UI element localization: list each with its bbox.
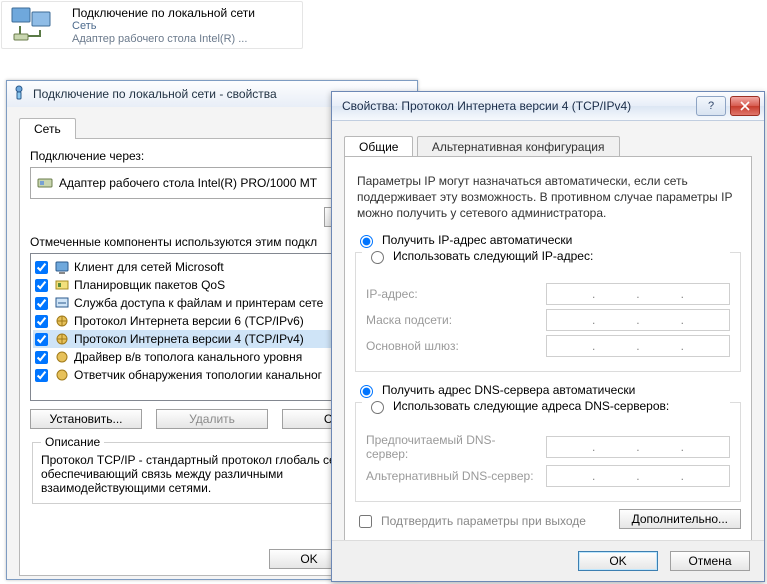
install-button[interactable]: Установить...: [30, 409, 142, 429]
check-icon[interactable]: [35, 279, 48, 292]
tab-network[interactable]: Сеть: [19, 118, 76, 139]
radio-ip-manual[interactable]: [371, 251, 384, 264]
gateway-label: Основной шлюз:: [366, 339, 536, 353]
check-icon[interactable]: [35, 297, 48, 310]
confirm-on-exit-checkbox[interactable]: [359, 515, 372, 528]
check-icon[interactable]: [35, 315, 48, 328]
connection-adapter: Адаптер рабочего стола Intel(R) ...: [72, 33, 247, 45]
info-text: Параметры IP могут назначаться автоматич…: [357, 173, 739, 222]
adapter-icon: [37, 175, 53, 191]
dns-alt-row: Альтернативный DNS-сервер: ...: [366, 465, 730, 487]
tcpip-properties-window: Свойства: Протокол Интернета версии 4 (T…: [331, 91, 765, 582]
subnet-mask-input[interactable]: ...: [546, 309, 730, 331]
cancel-button[interactable]: Отмена: [670, 551, 750, 571]
advanced-button[interactable]: Дополнительно...: [619, 509, 741, 529]
radio-dns-auto-label: Получить адрес DNS-сервера автоматически: [382, 383, 635, 397]
ip-address-label: IP-адрес:: [366, 287, 536, 301]
gateway-input[interactable]: ...: [546, 335, 730, 357]
dns-pref-row: Предпочитаемый DNS-сервер: ...: [366, 433, 730, 461]
check-icon[interactable]: [35, 369, 48, 382]
check-icon[interactable]: [35, 261, 48, 274]
list-item-label: Драйвер в/в тополога канального уровня: [74, 350, 302, 364]
protocol-icon: [54, 313, 70, 329]
dns-manual-group: Использовать следующие адреса DNS-сервер…: [355, 402, 741, 502]
tab-general[interactable]: Общие: [344, 136, 413, 157]
scheduler-icon: [54, 277, 70, 293]
list-item-label: Протокол Интернета версии 4 (TCP/IPv4): [74, 332, 304, 346]
dns-alt-label: Альтернативный DNS-сервер:: [366, 469, 536, 483]
radio-ip-auto[interactable]: [360, 235, 373, 248]
ip-address-input[interactable]: ...: [546, 283, 730, 305]
fileshare-icon: [54, 295, 70, 311]
radio-ip-auto-label: Получить IP-адрес автоматически: [382, 233, 572, 247]
dns-pref-input[interactable]: ...: [546, 436, 730, 458]
list-item-label: Клиент для сетей Microsoft: [74, 260, 224, 274]
ip-manual-group: Использовать следующий IP-адрес: IP-адре…: [355, 252, 741, 372]
list-item-label: Протокол Интернета версии 6 (TCP/IPv6): [74, 314, 304, 328]
ip-address-row: IP-адрес: ...: [366, 283, 730, 305]
responder-icon: [54, 367, 70, 383]
check-icon[interactable]: [35, 333, 48, 346]
radio-dns-auto[interactable]: [360, 385, 373, 398]
confirm-on-exit-label: Подтвердить параметры при выходе: [381, 514, 586, 528]
client-icon: [54, 259, 70, 275]
connection-title: Подключение по локальной сети: [72, 6, 255, 20]
network-connection-icon: [10, 6, 58, 44]
properties-icon: [11, 85, 27, 101]
window-title-text: Свойства: Протокол Интернета версии 4 (T…: [342, 99, 631, 113]
window-title-text: Подключение по локальной сети - свойства: [33, 87, 277, 101]
connection-network: Сеть: [72, 20, 96, 32]
close-button[interactable]: [730, 96, 760, 116]
remove-button[interactable]: Удалить: [156, 409, 268, 429]
driver-icon: [54, 349, 70, 365]
list-item-label: Ответчик обнаружения топологии канальног: [74, 368, 322, 382]
check-icon[interactable]: [35, 351, 48, 364]
description-legend: Описание: [41, 435, 104, 449]
list-item-label: Служба доступа к файлам и принтерам сете: [74, 296, 323, 310]
close-icon: [740, 101, 750, 111]
radio-dns-manual[interactable]: [371, 401, 384, 414]
help-icon: ?: [708, 100, 714, 112]
adapter-name-text: Адаптер рабочего стола Intel(R) PRO/1000…: [59, 176, 317, 190]
protocol-icon: [54, 331, 70, 347]
help-button[interactable]: ?: [696, 96, 726, 116]
subnet-mask-row: Маска подсети: ...: [366, 309, 730, 331]
connection-tile[interactable]: Подключение по локальной сети Сеть Адапт…: [1, 1, 303, 49]
dns-pref-label: Предпочитаемый DNS-сервер:: [366, 433, 536, 461]
radio-ip-manual-label: Использовать следующий IP-адрес:: [393, 249, 593, 263]
gateway-row: Основной шлюз: ...: [366, 335, 730, 357]
subnet-mask-label: Маска подсети:: [366, 313, 536, 327]
tab-alternate-config[interactable]: Альтернативная конфигурация: [417, 136, 620, 157]
list-item-label: Планировщик пакетов QoS: [74, 278, 225, 292]
radio-dns-manual-label: Использовать следующие адреса DNS-сервер…: [393, 399, 669, 413]
window-titlebar[interactable]: Свойства: Протокол Интернета версии 4 (T…: [332, 92, 764, 121]
ok-button[interactable]: OK: [578, 551, 658, 571]
dns-alt-input[interactable]: ...: [546, 465, 730, 487]
